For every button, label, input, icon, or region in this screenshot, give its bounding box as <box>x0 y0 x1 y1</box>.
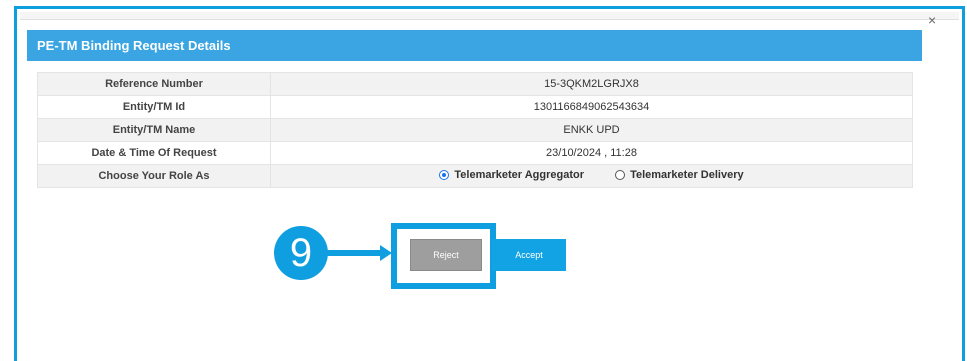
role-label: Choose Your Role As <box>37 164 271 188</box>
modal-title: PE-TM Binding Request Details <box>37 38 231 53</box>
step-number-badge: 9 <box>274 226 328 280</box>
modal-header: PE-TM Binding Request Details <box>27 30 922 61</box>
role-option-label: Telemarketer Aggregator <box>454 169 584 181</box>
details-table: Reference Number 15-3QKM2LGRJX8 Entity/T… <box>37 72 913 188</box>
role-option-delivery[interactable]: Telemarketer Delivery <box>615 169 744 181</box>
table-row: Choose Your Role As Telemarketer Aggrega… <box>37 164 913 188</box>
entity-name-value: ENKK UPD <box>270 118 913 142</box>
arrow-line <box>325 250 383 256</box>
role-option-aggregator[interactable]: Telemarketer Aggregator <box>439 169 584 181</box>
row-label: Reference Number <box>37 72 271 96</box>
radio-unselected-icon[interactable] <box>615 170 626 180</box>
entity-id-value: 1301166849062543634 <box>270 95 913 119</box>
reference-number-value: 15-3QKM2LGRJX8 <box>270 72 913 96</box>
table-row: Date & Time Of Request 23/10/2024 , 11:2… <box>37 141 913 165</box>
row-label: Entity/TM Id <box>37 95 271 119</box>
accept-button[interactable]: Accept <box>492 239 566 271</box>
request-datetime-value: 23/10/2024 , 11:28 <box>270 141 913 165</box>
row-label: Date & Time Of Request <box>37 141 271 165</box>
table-row: Reference Number 15-3QKM2LGRJX8 <box>37 72 913 96</box>
role-option-label: Telemarketer Delivery <box>630 169 744 181</box>
close-icon[interactable]: × <box>928 13 936 27</box>
table-row: Entity/TM Name ENKK UPD <box>37 118 913 142</box>
modal-top-strip <box>20 12 959 20</box>
table-row: Entity/TM Id 1301166849062543634 <box>37 95 913 119</box>
row-label: Entity/TM Name <box>37 118 271 142</box>
radio-selected-icon[interactable] <box>439 170 450 180</box>
reject-button[interactable]: Reject <box>410 239 482 271</box>
role-options: Telemarketer Aggregator Telemarketer Del… <box>270 164 913 188</box>
